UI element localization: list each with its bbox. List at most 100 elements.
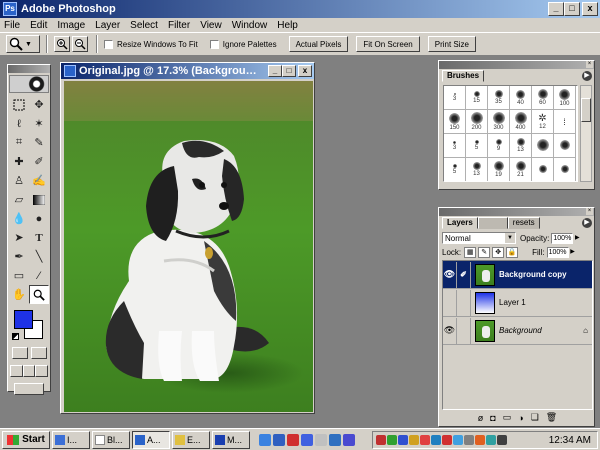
hand-tool-icon[interactable]: ✋: [9, 285, 29, 304]
brush-icon[interactable]: ✐: [457, 261, 471, 288]
brush-tip[interactable]: 40: [510, 86, 532, 110]
brush-tip[interactable]: 200: [466, 110, 488, 134]
brushes-scrollbar[interactable]: [580, 85, 592, 182]
brush-tip[interactable]: ✲ 12: [532, 110, 554, 134]
brush-tip[interactable]: 400: [510, 110, 532, 134]
tray-icon[interactable]: [420, 435, 430, 445]
blend-mode-select[interactable]: Normal ▼: [442, 232, 516, 244]
standard-screen-icon[interactable]: [10, 365, 23, 377]
brush-tip[interactable]: [532, 134, 554, 158]
resize-windows-checkbox[interactable]: Resize Windows To Fit: [104, 39, 198, 49]
brush-tip[interactable]: 150: [444, 110, 466, 134]
tab-layers[interactable]: Layers: [442, 217, 478, 229]
tab-brushes[interactable]: Brushes: [442, 70, 485, 82]
clone-stamp-icon[interactable]: ♙: [9, 171, 29, 190]
tray-icon[interactable]: [387, 435, 397, 445]
doc-minimize-button[interactable]: _: [268, 65, 282, 77]
layer-row[interactable]: 👁 Background ⌂: [443, 317, 592, 345]
task-button-photoshop[interactable]: A...: [132, 430, 170, 449]
zoom-in-button[interactable]: [54, 36, 70, 52]
brush-tip[interactable]: 300: [488, 110, 510, 134]
brush-tip[interactable]: 13: [510, 134, 532, 158]
checkbox-box[interactable]: [209, 39, 219, 49]
close-button[interactable]: x: [582, 2, 598, 16]
zoom-tool-icon[interactable]: [29, 285, 49, 304]
menu-view[interactable]: View: [200, 20, 222, 31]
maximize-button[interactable]: □: [564, 2, 580, 16]
notes-tool-icon[interactable]: ▭: [9, 266, 29, 285]
quick-mask-mode-icon[interactable]: [30, 347, 47, 359]
brush-tip[interactable]: [554, 134, 576, 158]
brush-tip[interactable]: 60: [532, 86, 554, 110]
new-layer-icon[interactable]: ❏: [531, 412, 539, 423]
pen-tool-icon[interactable]: ✒: [9, 247, 29, 266]
lock-position-icon[interactable]: ✥: [492, 246, 505, 258]
app-icon[interactable]: [273, 433, 285, 446]
menu-select[interactable]: Select: [130, 20, 158, 31]
tray-icon[interactable]: [453, 435, 463, 445]
menu-window[interactable]: Window: [232, 20, 268, 31]
start-button[interactable]: Start: [2, 430, 50, 449]
fill-input[interactable]: 100%: [546, 246, 569, 258]
tray-icon[interactable]: [464, 435, 474, 445]
brush-tip[interactable]: 35: [488, 86, 510, 110]
brush-tip[interactable]: 5: [444, 158, 466, 181]
path-select-icon[interactable]: ➤: [9, 228, 29, 247]
palette-handle[interactable]: ×: [439, 61, 594, 69]
move-tool-icon[interactable]: ✥: [29, 95, 49, 114]
app-icon[interactable]: [315, 433, 327, 446]
lasso-tool-icon[interactable]: ℓ: [9, 114, 29, 133]
folder-icon[interactable]: ▭: [503, 412, 512, 423]
adjustment-icon[interactable]: ◑: [518, 413, 523, 423]
trash-icon[interactable]: 🗑: [546, 412, 557, 423]
healing-brush-icon[interactable]: ✚: [9, 152, 29, 171]
line-tool-icon[interactable]: ╲: [29, 247, 49, 266]
lock-all-icon[interactable]: 🔒: [506, 246, 519, 258]
brush-tip[interactable]: ⁞: [554, 110, 576, 134]
layer-row[interactable]: 👁 ✐ Background copy: [443, 261, 592, 289]
task-button[interactable]: E...: [172, 430, 210, 449]
app-icon[interactable]: [343, 433, 355, 446]
close-icon[interactable]: ×: [586, 208, 593, 215]
standard-mode-icon[interactable]: [11, 347, 28, 359]
blur-tool-icon[interactable]: 💧: [9, 209, 29, 228]
crop-tool-icon[interactable]: ⌗: [9, 133, 29, 152]
brush-tip[interactable]: [554, 158, 576, 181]
menu-edit[interactable]: Edit: [30, 20, 47, 31]
ie-icon[interactable]: [259, 433, 271, 446]
tray-icon[interactable]: [486, 435, 496, 445]
brush-tip[interactable]: 13: [466, 158, 488, 181]
menu-layer[interactable]: Layer: [95, 20, 120, 31]
full-screen-icon[interactable]: [35, 365, 49, 377]
imageready-icon[interactable]: [14, 383, 44, 395]
photoshop-eye-logo[interactable]: [9, 75, 49, 93]
volume-icon[interactable]: [497, 435, 507, 445]
brush-tip[interactable]: 5: [466, 134, 488, 158]
task-button[interactable]: I...: [52, 430, 90, 449]
tool-preset-picker[interactable]: ▼: [6, 35, 40, 53]
brush-tip[interactable]: 21: [510, 158, 532, 181]
app-icon[interactable]: [301, 433, 313, 446]
menu-image[interactable]: Image: [57, 20, 85, 31]
brush-tip[interactable]: 15: [466, 86, 488, 110]
opacity-stepper-icon[interactable]: ▶: [573, 232, 582, 244]
task-button[interactable]: Bl...: [92, 430, 130, 449]
tab-channels[interactable]: [477, 217, 508, 229]
gradient-icon[interactable]: [29, 190, 49, 209]
tray-icon[interactable]: [431, 435, 441, 445]
tray-icon[interactable]: [442, 435, 452, 445]
layer-row[interactable]: Layer 1: [443, 289, 592, 317]
fill-stepper-icon[interactable]: ▶: [568, 246, 577, 258]
palette-menu-icon[interactable]: ▶: [582, 218, 592, 228]
toolbox-handle[interactable]: [8, 65, 50, 73]
tray-icon[interactable]: [475, 435, 485, 445]
print-size-button[interactable]: Print Size: [427, 36, 476, 52]
magic-wand-icon[interactable]: ✶: [29, 114, 49, 133]
zoom-out-button[interactable]: [72, 36, 88, 52]
fit-on-screen-button[interactable]: Fit On Screen: [356, 36, 420, 52]
menu-help[interactable]: Help: [277, 20, 298, 31]
palette-handle[interactable]: ×: [439, 208, 594, 216]
link-toggle[interactable]: [457, 317, 471, 344]
menu-file[interactable]: File: [4, 20, 20, 31]
history-brush-icon[interactable]: ✍: [29, 171, 49, 190]
